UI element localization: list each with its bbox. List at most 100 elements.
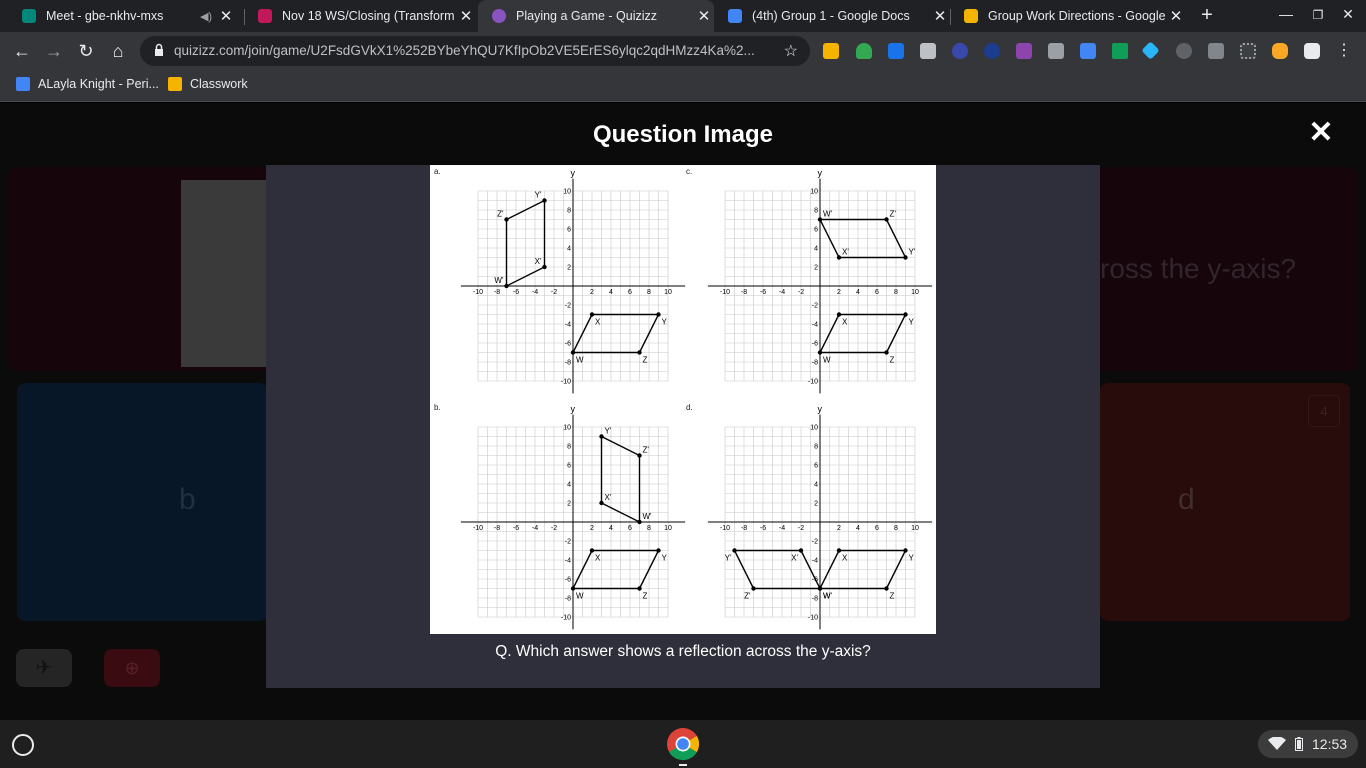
extension-g-icon[interactable] — [1208, 43, 1224, 59]
x-tick-label: 10 — [664, 289, 672, 296]
tab-close-icon[interactable]: ✕ — [1166, 7, 1186, 25]
extension-classroom-icon[interactable] — [823, 43, 839, 59]
y-axis-label: y — [571, 404, 576, 414]
new-tab-button[interactable]: + — [1196, 4, 1218, 28]
vertex-label: W' — [643, 512, 653, 521]
vertex-label: X — [595, 318, 601, 327]
bookmark-star-icon[interactable]: ☆ — [784, 41, 798, 61]
y-tick-label: -8 — [565, 360, 571, 367]
x-tick-label: -4 — [532, 289, 538, 296]
y-tick-label: 6 — [814, 463, 818, 470]
battery-icon — [1295, 737, 1303, 751]
x-tick-label: -10 — [720, 525, 730, 532]
chrome-icon[interactable] — [666, 727, 700, 761]
vertex-point — [836, 548, 842, 553]
forward-icon[interactable]: → — [42, 39, 66, 63]
tab-close-icon[interactable]: ✕ — [694, 7, 714, 25]
y-tick-label: -10 — [808, 615, 818, 622]
tab-close-icon[interactable]: ✕ — [216, 7, 236, 25]
tab-google-docs[interactable]: (4th) Group 1 - Google Docs ✕ — [714, 0, 950, 32]
x-tick-label: -8 — [741, 289, 747, 296]
x-tick-label: -6 — [760, 289, 766, 296]
status-tray[interactable]: 12:53 — [1258, 730, 1358, 758]
restore-icon[interactable]: ❐ — [1308, 8, 1328, 22]
running-indicator — [679, 764, 687, 766]
extension-copies-icon[interactable] — [1048, 43, 1064, 59]
tab-nov18-ws[interactable]: Nov 18 WS/Closing (Transform ✕ — [244, 0, 476, 32]
y-tick-label: 4 — [814, 246, 818, 253]
meet-favicon-icon — [22, 9, 36, 23]
vertex-label: Z — [643, 592, 648, 601]
slides-favicon-icon — [964, 9, 978, 23]
y-tick-label: 6 — [814, 227, 818, 234]
tab-audio-icon[interactable]: ◀) — [196, 10, 216, 23]
minimize-icon[interactable]: — — [1276, 6, 1296, 22]
vertex-label: X — [595, 554, 601, 563]
y-tick-label: 2 — [567, 501, 571, 508]
extension-diamond-icon[interactable] — [984, 43, 1000, 59]
vertex-point — [836, 255, 842, 260]
tab-title: Group Work Directions - Google — [988, 9, 1166, 23]
x-tick-label: -8 — [494, 289, 500, 296]
vertex-label: Z — [890, 356, 895, 365]
vertex-point — [599, 434, 604, 439]
vertex-point — [637, 519, 642, 525]
launcher-icon[interactable] — [12, 734, 34, 756]
y-tick-label: -2 — [812, 303, 818, 310]
reload-icon[interactable]: ↻ — [74, 39, 98, 63]
address-bar[interactable]: quizizz.com/join/game/U2FsdGVkX1%252BYbe… — [140, 36, 810, 66]
vertex-point — [817, 350, 823, 355]
modal-close-icon[interactable]: ✕ — [1305, 117, 1337, 149]
extension-purple-icon[interactable] — [1016, 43, 1032, 59]
extensions-puzzle-icon[interactable] — [1304, 43, 1320, 59]
vertex-label: Y — [909, 318, 915, 327]
x-tick-label: -8 — [741, 525, 747, 532]
tab-meet[interactable]: Meet - gbe-nkhv-mxs ◀) ✕ — [8, 0, 236, 32]
google-drive-icon[interactable] — [1112, 43, 1128, 59]
y-tick-label: -8 — [812, 360, 818, 367]
bookmark-label: ALayla Knight - Peri... — [38, 77, 159, 91]
y-tick-label: 8 — [567, 208, 571, 215]
extension-qr-icon[interactable] — [1240, 43, 1256, 59]
extension-diamond-blue-icon[interactable] — [1141, 41, 1160, 60]
browser-menu-icon[interactable]: ⋮ — [1336, 40, 1352, 60]
x-tick-label: 10 — [664, 525, 672, 532]
y-tick-label: 4 — [814, 482, 818, 489]
image-modal-overlay: Question Image ✕ a. y -10 -8 -6 -4 -2 2 4 6 8 10 10 8… — [0, 103, 1366, 720]
bookmark-alayla-knight[interactable]: ALayla Knight - Peri... — [16, 77, 159, 91]
back-icon[interactable]: ← — [10, 39, 34, 63]
extension-translate-icon[interactable] — [888, 43, 904, 59]
tab-close-icon[interactable]: ✕ — [456, 7, 476, 25]
extension-thumb-icon[interactable] — [1272, 43, 1288, 59]
clock: 12:53 — [1312, 736, 1348, 752]
extension-people-icon[interactable] — [920, 43, 936, 59]
vertex-label: Z — [643, 356, 648, 365]
tab-group-work[interactable]: Group Work Directions - Google ✕ — [950, 0, 1186, 32]
y-tick-label: -4 — [812, 322, 818, 329]
extension-kami-icon[interactable] — [952, 43, 968, 59]
y-tick-label: 8 — [567, 444, 571, 451]
y-tick-label: -4 — [565, 558, 571, 565]
bookmark-classwork[interactable]: Classwork — [168, 77, 248, 91]
vertex-point — [504, 283, 509, 289]
x-tick-label: 4 — [856, 289, 860, 296]
window-close-icon[interactable]: ✕ — [1338, 6, 1358, 23]
extension-screencast-icon[interactable] — [1080, 43, 1096, 59]
bookmarks-bar: ALayla Knight - Peri... Classwork — [0, 70, 1366, 102]
tab-quizizz[interactable]: Playing a Game - Quizizz ✕ — [478, 0, 714, 32]
x-tick-label: -6 — [513, 289, 519, 296]
x-tick-label: -2 — [551, 289, 557, 296]
vertex-label: Y — [662, 318, 668, 327]
vertex-point — [542, 198, 547, 203]
home-icon[interactable]: ⌂ — [106, 39, 130, 63]
extension-shield-icon[interactable] — [856, 43, 872, 59]
tab-strip: Meet - gbe-nkhv-mxs ◀) ✕ Nov 18 WS/Closi… — [0, 0, 1366, 32]
x-tick-label: -4 — [779, 289, 785, 296]
x-tick-label: 8 — [894, 289, 898, 296]
tab-close-icon[interactable]: ✕ — [930, 7, 950, 25]
docs-bookmark-icon — [16, 77, 30, 91]
extension-badge-icon[interactable] — [1176, 43, 1192, 59]
y-tick-label: 6 — [567, 227, 571, 234]
y-axis-label: y — [818, 404, 823, 414]
y-tick-label: -6 — [565, 577, 571, 584]
